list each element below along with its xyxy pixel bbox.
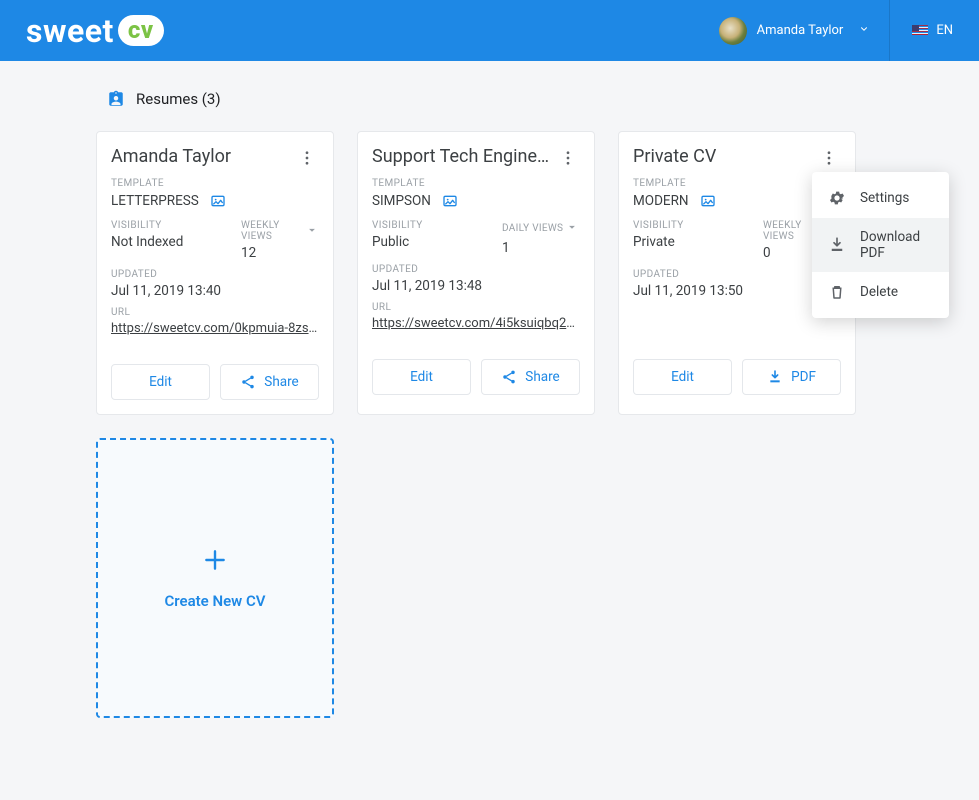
main-content: Resumes (3) Amanda Taylor TEMPLATE LETTE… bbox=[0, 61, 979, 718]
download-icon bbox=[767, 369, 783, 385]
views-count: 1 bbox=[502, 240, 580, 256]
share-icon bbox=[501, 369, 517, 385]
language-switcher[interactable]: EN bbox=[890, 0, 953, 61]
resume-folder-icon bbox=[106, 89, 126, 109]
template-label: TEMPLATE bbox=[111, 178, 319, 189]
edit-label: Edit bbox=[410, 369, 433, 385]
visibility-value: Public bbox=[372, 234, 494, 250]
template-name: MODERN bbox=[633, 193, 689, 209]
updated-value: Jul 11, 2019 13:40 bbox=[111, 283, 319, 299]
download-icon bbox=[828, 236, 846, 254]
resume-card: Amanda Taylor TEMPLATE LETTERPRESS VISIB… bbox=[96, 131, 334, 415]
resume-card: Support Tech Enginee… TEMPLATE SIMPSON V… bbox=[357, 131, 595, 415]
template-name: LETTERPRESS bbox=[111, 193, 199, 209]
menu-download-label: Download PDF bbox=[860, 229, 933, 261]
views-count: 12 bbox=[241, 245, 319, 261]
card-context-menu: Settings Download PDF Delete bbox=[812, 172, 949, 318]
updated-label: UPDATED bbox=[633, 269, 841, 280]
pdf-button[interactable]: PDF bbox=[742, 359, 841, 395]
menu-download-pdf[interactable]: Download PDF bbox=[812, 218, 949, 272]
visibility-value: Not Indexed bbox=[111, 234, 233, 250]
flag-us-icon bbox=[912, 25, 928, 36]
resume-title: Private CV bbox=[633, 146, 716, 169]
logo[interactable]: sweet cv bbox=[26, 12, 164, 50]
user-name: Amanda Taylor bbox=[757, 23, 844, 38]
views-selector[interactable]: DAILY VIEWS bbox=[502, 220, 580, 237]
share-label: Share bbox=[525, 369, 559, 385]
views-type-label: DAILY VIEWS bbox=[502, 223, 563, 234]
visibility-label: VISIBILITY bbox=[372, 220, 494, 231]
views-selector[interactable]: WEEKLY VIEWS bbox=[241, 220, 319, 242]
image-icon bbox=[441, 192, 459, 210]
menu-delete-label: Delete bbox=[860, 284, 898, 300]
template-label: TEMPLATE bbox=[372, 178, 580, 189]
updated-label: UPDATED bbox=[372, 264, 580, 275]
updated-label: UPDATED bbox=[111, 269, 319, 280]
logo-pill: cv bbox=[118, 15, 164, 46]
plus-icon bbox=[202, 547, 228, 578]
share-icon bbox=[240, 374, 256, 390]
image-icon bbox=[699, 192, 717, 210]
cards-grid: Amanda Taylor TEMPLATE LETTERPRESS VISIB… bbox=[96, 131, 883, 718]
views-type-label: WEEKLY VIEWS bbox=[241, 220, 303, 242]
trash-icon bbox=[828, 283, 846, 301]
resume-url-link[interactable]: https://sweetcv.com/0kpmuia-8zsb1 bbox=[111, 321, 319, 336]
updated-value: Jul 11, 2019 13:50 bbox=[633, 283, 841, 299]
template-value-row: MODERN bbox=[633, 192, 841, 210]
header-right: Amanda Taylor EN bbox=[709, 0, 953, 61]
gear-icon bbox=[828, 189, 846, 207]
create-new-label: Create New CV bbox=[164, 592, 265, 610]
avatar bbox=[719, 17, 747, 45]
resume-title: Support Tech Enginee… bbox=[372, 146, 556, 169]
card-menu-button[interactable] bbox=[817, 146, 841, 170]
resume-card: Private CV TEMPLATE MODERN VISIBILITY Pr… bbox=[618, 131, 856, 415]
menu-settings-label: Settings bbox=[860, 190, 909, 206]
card-menu-button[interactable] bbox=[295, 146, 319, 170]
edit-label: Edit bbox=[671, 369, 694, 385]
chevron-down-icon bbox=[859, 23, 869, 38]
template-name: SIMPSON bbox=[372, 193, 431, 209]
share-button[interactable]: Share bbox=[220, 364, 319, 400]
triangle-down-icon bbox=[305, 223, 319, 240]
app-header: sweet cv Amanda Taylor EN bbox=[0, 0, 979, 61]
card-menu-button[interactable] bbox=[556, 146, 580, 170]
visibility-label: VISIBILITY bbox=[633, 220, 755, 231]
edit-label: Edit bbox=[149, 374, 172, 390]
page-title-row: Resumes (3) bbox=[106, 89, 883, 109]
pdf-label: PDF bbox=[791, 369, 816, 385]
visibility-value: Private bbox=[633, 234, 755, 250]
template-value-row: LETTERPRESS bbox=[111, 192, 319, 210]
url-label: URL bbox=[372, 302, 580, 313]
page-title: Resumes (3) bbox=[136, 90, 221, 108]
image-icon bbox=[209, 192, 227, 210]
create-new-cv-card[interactable]: Create New CV bbox=[96, 438, 334, 718]
triangle-down-icon bbox=[565, 220, 579, 237]
resume-url-link[interactable]: https://sweetcv.com/4i5ksuiqbq2a5 bbox=[372, 316, 580, 331]
url-label: URL bbox=[111, 307, 319, 318]
edit-button[interactable]: Edit bbox=[633, 359, 732, 395]
menu-delete[interactable]: Delete bbox=[812, 272, 949, 312]
visibility-label: VISIBILITY bbox=[111, 220, 233, 231]
logo-text: sweet bbox=[26, 12, 114, 50]
language-code: EN bbox=[936, 23, 953, 38]
updated-value: Jul 11, 2019 13:48 bbox=[372, 278, 580, 294]
template-label: TEMPLATE bbox=[633, 178, 841, 189]
user-menu[interactable]: Amanda Taylor bbox=[709, 0, 891, 61]
menu-settings[interactable]: Settings bbox=[812, 178, 949, 218]
edit-button[interactable]: Edit bbox=[111, 364, 210, 400]
edit-button[interactable]: Edit bbox=[372, 359, 471, 395]
share-label: Share bbox=[264, 374, 298, 390]
resume-title: Amanda Taylor bbox=[111, 146, 231, 169]
template-value-row: SIMPSON bbox=[372, 192, 580, 210]
share-button[interactable]: Share bbox=[481, 359, 580, 395]
